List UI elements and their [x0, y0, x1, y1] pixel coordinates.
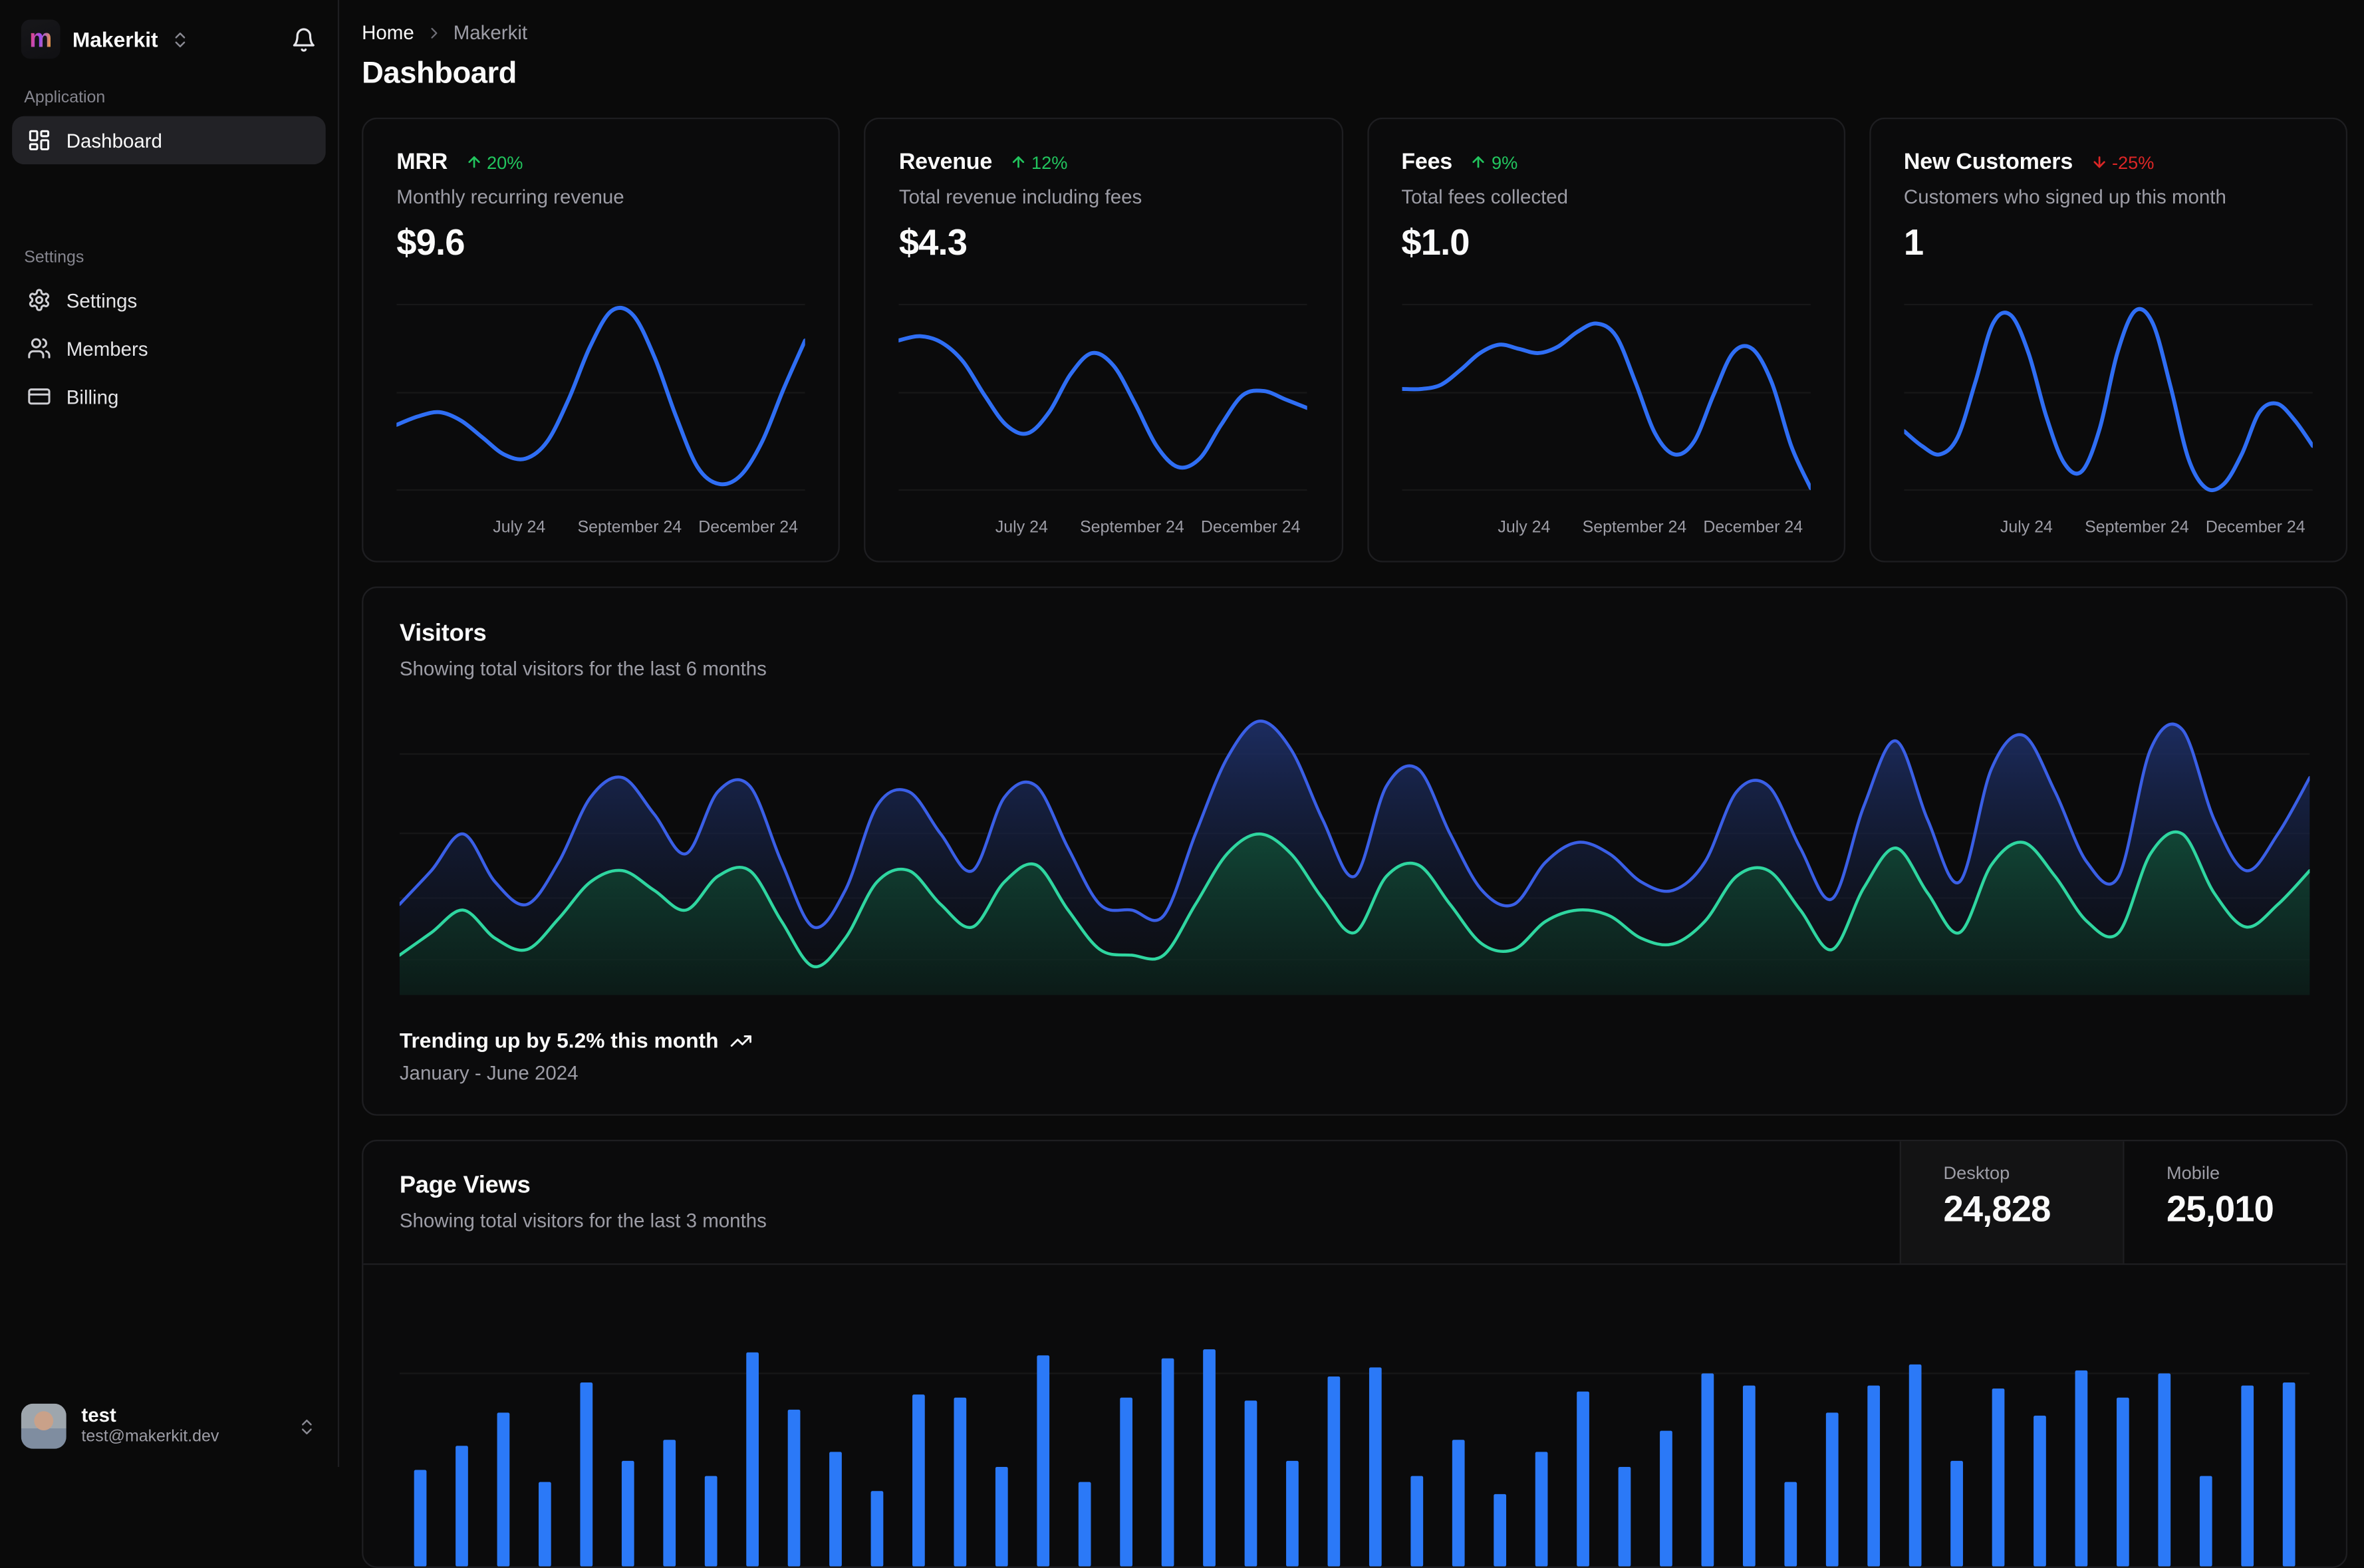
sidebar-item-label: Dashboard [66, 129, 162, 152]
kpi-title: Fees [1401, 149, 1452, 175]
sidebar-section-application: Application [0, 74, 338, 116]
trend-badge: 9% [1470, 152, 1517, 173]
bell-icon[interactable] [291, 27, 317, 53]
breadcrumb-current: Makerkit [454, 21, 527, 44]
sidebar-item-label: Billing [66, 385, 119, 408]
user-name: test [81, 1404, 219, 1428]
visitors-title: Visitors [400, 621, 2310, 648]
stat-toggle-mobile[interactable]: Mobile 25,010 [2123, 1141, 2346, 1263]
stat-label: Mobile [2167, 1162, 2346, 1184]
sidebar-item-dashboard[interactable]: Dashboard [12, 116, 326, 165]
arrow-up-icon [465, 154, 482, 170]
breadcrumb-home-link[interactable]: Home [362, 21, 414, 44]
dashboard-icon [27, 128, 51, 152]
kpi-title: MRR [396, 149, 448, 175]
kpi-title: Revenue [899, 149, 992, 175]
kpi-card-new-customers: New Customers -25% Customers who signed … [1869, 118, 2347, 563]
sparkline-x-axis: July 24September 24December 24 [899, 519, 1308, 543]
sidebar-item-billing[interactable]: Billing [12, 372, 326, 421]
kpi-subtitle: Monthly recurring revenue [396, 186, 805, 208]
users-icon [27, 336, 51, 360]
page-views-bar-chart [400, 1265, 2310, 1566]
mrr-sparkline-chart [396, 287, 805, 513]
sidebar-item-members[interactable]: Members [12, 324, 326, 372]
fees-sparkline-chart [1401, 287, 1810, 513]
kpi-card-mrr: MRR 20% Monthly recurring revenue $9.6 J… [362, 118, 840, 563]
visitors-area-chart [400, 701, 2310, 995]
credit-card-icon [27, 384, 51, 408]
kpi-card-fees: Fees 9% Total fees collected $1.0 July 2… [1367, 118, 1845, 563]
visitors-subtitle: Showing total visitors for the last 6 mo… [400, 658, 2310, 680]
user-email: test@makerkit.dev [81, 1428, 219, 1449]
trend-badge: 20% [465, 152, 523, 173]
sidebar-item-label: Members [66, 337, 148, 360]
chevrons-up-down-icon [170, 29, 190, 49]
breadcrumb: Home Makerkit [362, 21, 2347, 44]
trend-badge: -25% [2091, 152, 2154, 173]
makerkit-dashboard-app: m Makerkit Application Dashboard Setting… [0, 0, 2364, 1467]
trending-up-icon [729, 1029, 751, 1051]
arrow-down-icon [2091, 154, 2107, 170]
sidebar-item-settings[interactable]: Settings [12, 276, 326, 325]
makerkit-logo: m [21, 19, 61, 59]
stat-value: 25,010 [2167, 1190, 2346, 1232]
workspace-name: Makerkit [72, 27, 158, 51]
user-avatar [21, 1404, 66, 1449]
visitors-card: Visitors Showing total visitors for the … [362, 587, 2347, 1116]
page-title: Dashboard [362, 57, 2347, 92]
kpi-value: 1 [1904, 223, 2313, 265]
kpi-subtitle: Total fees collected [1401, 186, 1810, 208]
sparkline-x-axis: July 24September 24December 24 [1401, 519, 1810, 543]
kpi-subtitle: Customers who signed up this month [1904, 186, 2313, 208]
kpi-value: $4.3 [899, 223, 1308, 265]
page-views-subtitle: Showing total visitors for the last 3 mo… [400, 1209, 1863, 1232]
sidebar-item-label: Settings [66, 289, 138, 311]
workspace-selector[interactable]: m Makerkit [0, 0, 338, 74]
arrow-up-icon [1470, 154, 1487, 170]
page-views-header: Page Views Showing total visitors for th… [363, 1141, 2345, 1265]
visitors-trend-text: Trending up by 5.2% this month [400, 1028, 719, 1052]
page-views-title: Page Views [400, 1173, 1863, 1200]
kpi-card-revenue: Revenue 12% Total revenue including fees… [864, 118, 1343, 563]
user-menu[interactable]: test test@makerkit.dev [0, 1386, 338, 1467]
kpi-subtitle: Total revenue including fees [899, 186, 1308, 208]
revenue-sparkline-chart [899, 287, 1308, 513]
visitors-footer: Trending up by 5.2% this month January -… [400, 1028, 2310, 1084]
kpi-row: MRR 20% Monthly recurring revenue $9.6 J… [362, 118, 2347, 563]
sidebar: m Makerkit Application Dashboard Setting… [0, 0, 339, 1467]
trend-badge: 12% [1010, 152, 1067, 173]
page-views-card: Page Views Showing total visitors for th… [362, 1140, 2347, 1568]
chevrons-up-down-icon [297, 1416, 317, 1436]
kpi-title: New Customers [1904, 149, 2073, 175]
stat-toggle-desktop[interactable]: Desktop 24,828 [1900, 1141, 2123, 1263]
stat-value: 24,828 [1943, 1190, 2123, 1232]
kpi-value: $9.6 [396, 223, 805, 265]
kpi-value: $1.0 [1401, 223, 1810, 265]
chevron-right-icon [425, 23, 443, 41]
main-content: Home Makerkit Dashboard MRR 20% Monthly … [339, 0, 2364, 1467]
stat-label: Desktop [1943, 1162, 2123, 1184]
gear-icon [27, 288, 51, 312]
visitors-date-range: January - June 2024 [400, 1061, 2310, 1084]
arrow-up-icon [1010, 154, 1027, 170]
new-customers-sparkline-chart [1904, 287, 2313, 513]
sparkline-x-axis: July 24September 24December 24 [1904, 519, 2313, 543]
sidebar-section-settings: Settings [0, 233, 338, 275]
sparkline-x-axis: July 24September 24December 24 [396, 519, 805, 543]
